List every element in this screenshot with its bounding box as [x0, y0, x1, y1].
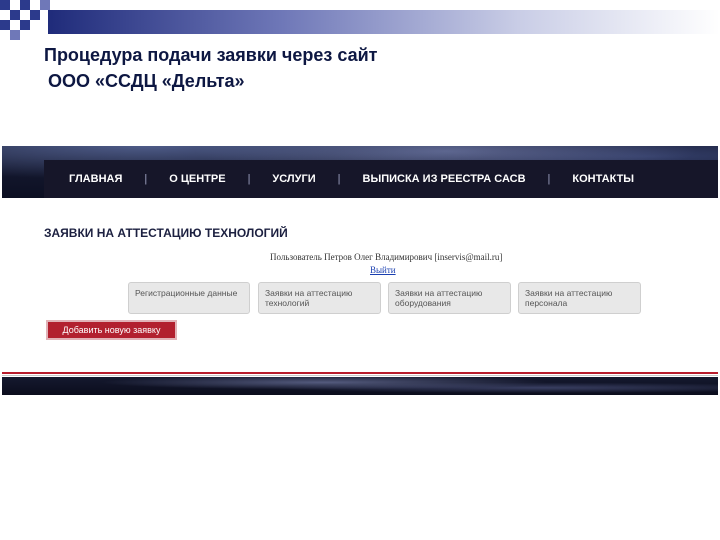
main-navigation: ГЛАВНАЯ | О ЦЕНТРЕ | УСЛУГИ | ВЫПИСКА ИЗ… [44, 160, 718, 198]
tab-technology-applications[interactable]: Заявки на аттестацию технологий [258, 282, 381, 314]
nav-item-registry[interactable]: ВЫПИСКА ИЗ РЕЕСТРА САСВ [363, 173, 526, 185]
slide-title-line1: Процедура подачи заявки через сайт [44, 45, 378, 65]
slide-title-line2: ООО «ССДЦ «Дельта» [48, 71, 245, 91]
page-heading: ЗАЯВКИ НА АТТЕСТАЦИЮ ТЕХНОЛОГИЙ [44, 226, 288, 240]
website-screenshot: ГЛАВНАЯ | О ЦЕНТРЕ | УСЛУГИ | ВЫПИСКА ИЗ… [2, 146, 718, 395]
tab-personnel-applications[interactable]: Заявки на аттестацию персонала [518, 282, 641, 314]
nav-separator: | [247, 173, 251, 185]
tab-equipment-applications[interactable]: Заявки на аттестацию оборудования [388, 282, 511, 314]
tab-registration-data[interactable]: Регистрационные данные [128, 282, 250, 314]
nav-separator: | [547, 173, 551, 185]
user-info: Пользователь Петров Олег Владимирович [i… [270, 252, 503, 262]
add-new-application-button[interactable]: Добавить новую заявку [46, 320, 177, 340]
logout-link[interactable]: Выйти [370, 265, 396, 275]
decorative-gradient-bar [48, 10, 720, 34]
nav-separator: | [337, 173, 341, 185]
nav-item-about[interactable]: О ЦЕНТРЕ [169, 173, 225, 185]
footer-divider-grey [2, 375, 718, 376]
nav-item-services[interactable]: УСЛУГИ [272, 173, 315, 185]
nav-item-contacts[interactable]: КОНТАКТЫ [572, 173, 634, 185]
slide-title: Процедура подачи заявки через сайт ООО «… [44, 42, 684, 94]
nav-separator: | [144, 173, 148, 185]
nav-item-home[interactable]: ГЛАВНАЯ [69, 173, 122, 185]
footer-divider-red [2, 372, 718, 374]
application-tabs: Регистрационные данные Заявки на аттеста… [128, 282, 648, 316]
site-footer-banner [2, 377, 718, 395]
